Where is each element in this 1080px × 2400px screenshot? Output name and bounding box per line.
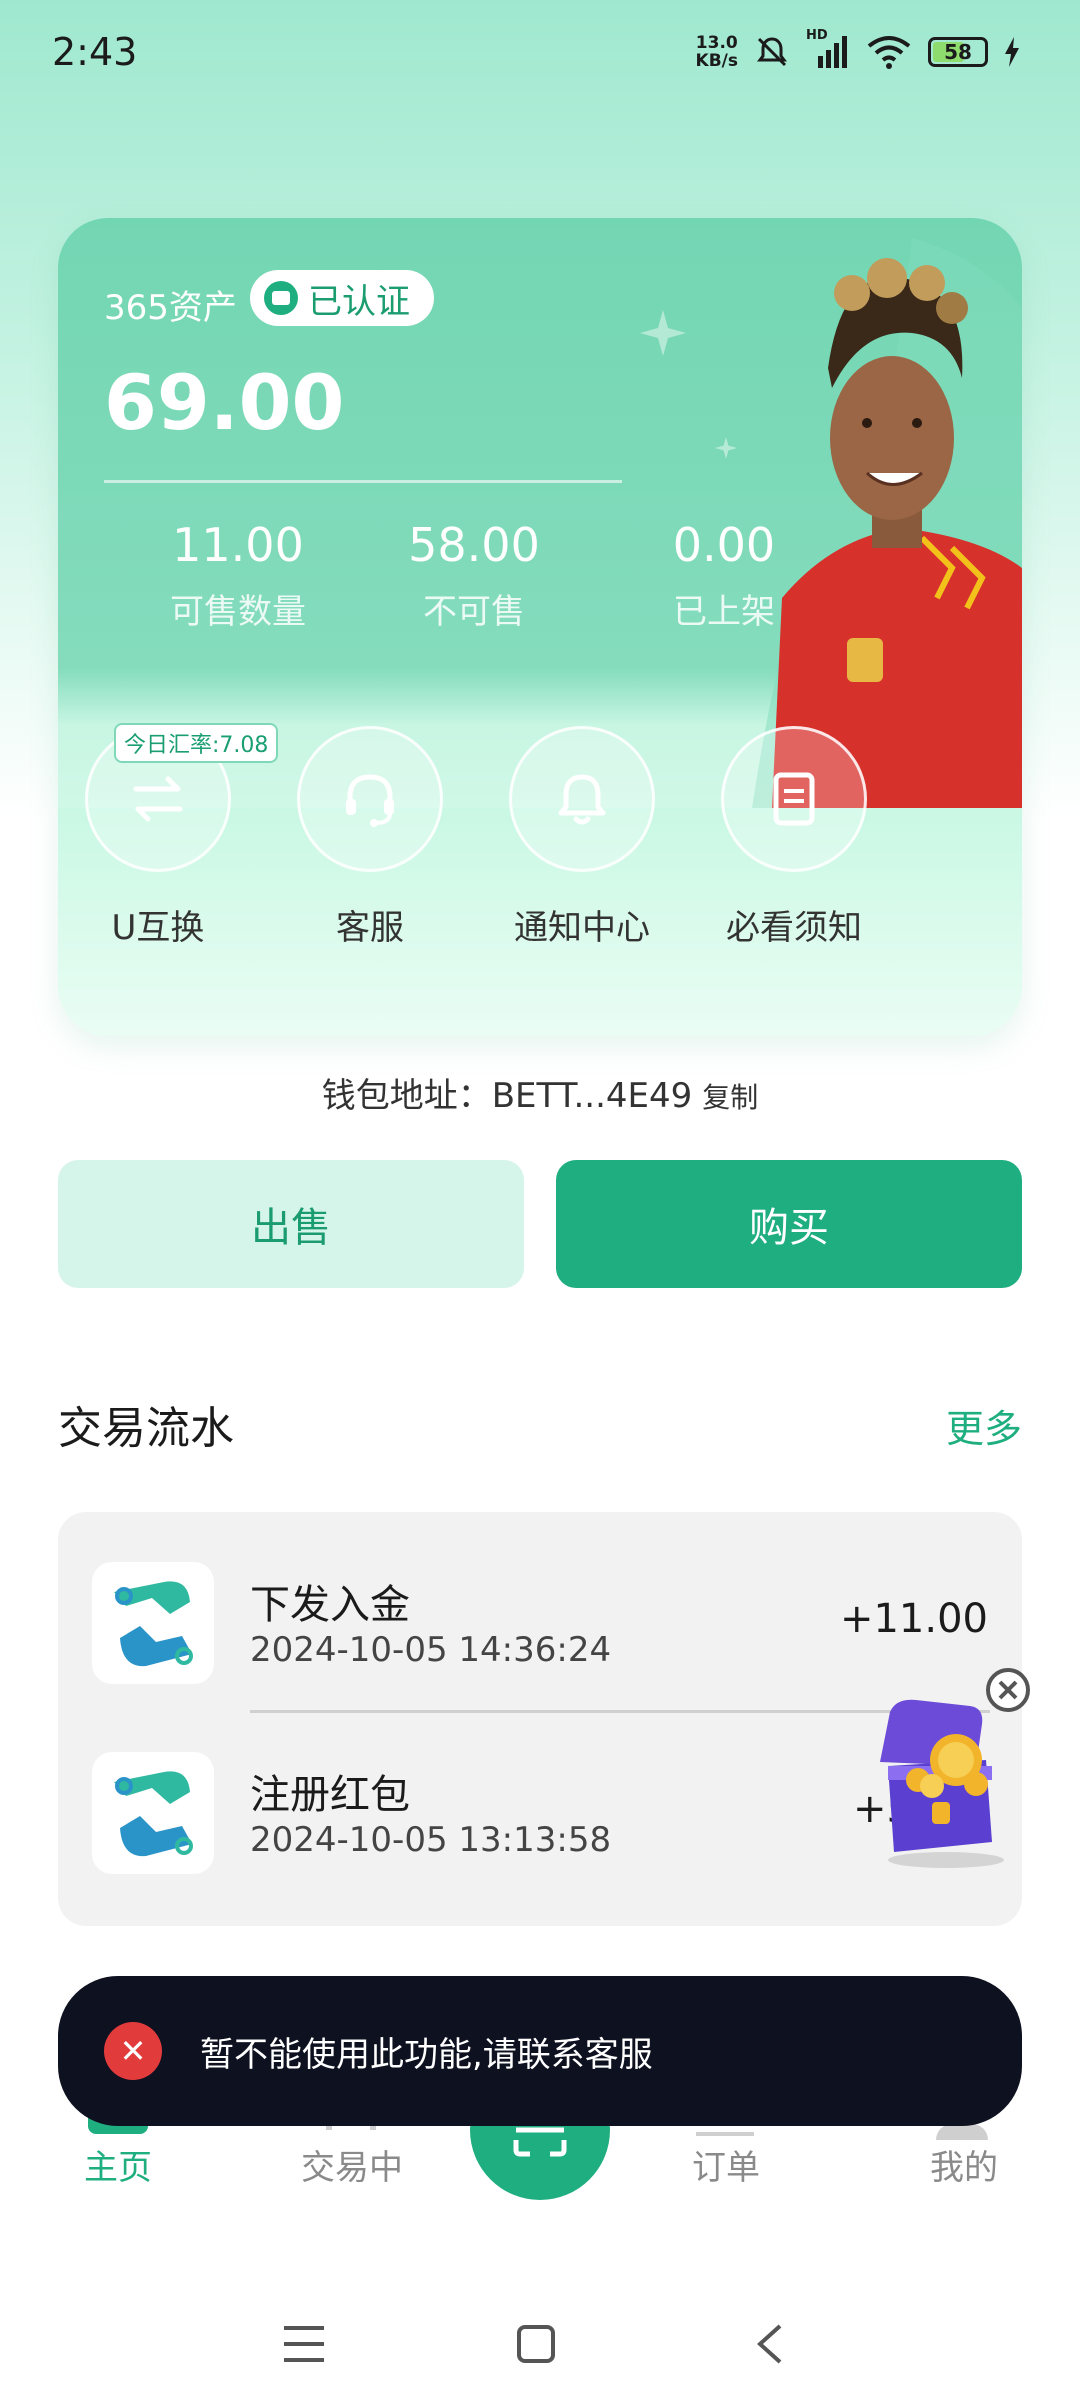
treasure-chest-widget[interactable] [866, 1662, 1036, 1872]
error-icon: ✕ [104, 2022, 162, 2080]
mute-bell-icon [757, 37, 787, 67]
headset-icon [346, 774, 394, 827]
sell-button[interactable]: 出售 [58, 1160, 524, 1288]
app-logo-icon [92, 1752, 214, 1874]
swap-icon [133, 776, 183, 822]
action-notification-center[interactable]: 通知中心 [492, 726, 672, 949]
divider [104, 480, 622, 483]
id-card-icon [264, 281, 298, 315]
error-toast: ✕ 暂不能使用此功能,请联系客服 [58, 1976, 1022, 2126]
nav-orders[interactable]: 订单 [646, 2140, 806, 2189]
sparkle-icon [640, 310, 686, 356]
nav-trading[interactable]: 交易中 [272, 2140, 432, 2189]
buy-button[interactable]: 购买 [556, 1160, 1022, 1288]
nav-profile[interactable]: 我的 [884, 2140, 1044, 2189]
stat-sellable: 11.00 可售数量 [170, 518, 306, 632]
status-icons: 13.0 KB/s HD 58 [695, 28, 1020, 74]
asset-title: 365资产 [104, 288, 237, 328]
nav-home[interactable]: 主页 [38, 2140, 198, 2189]
wallet-address: 钱包地址：BETT...4E49 复制 [321, 1076, 759, 1116]
status-bar: 2:43 13.0 KB/s HD 58 [0, 0, 1080, 110]
transaction-title: 下发入金 [250, 1582, 410, 1628]
app-logo-icon [92, 1562, 214, 1684]
more-link[interactable]: 更多 [946, 1398, 1022, 1453]
transaction-title: 注册红包 [250, 1772, 410, 1818]
asset-total: 69.00 [104, 358, 345, 447]
signal-icon: HD [806, 28, 850, 70]
status-time: 2:43 [52, 30, 138, 74]
sparkle-small-icon [714, 436, 738, 460]
bell-icon [558, 774, 606, 825]
orders-icon [696, 2132, 754, 2136]
copy-button[interactable]: 复制 [702, 1081, 758, 1114]
asset-card: 365资产 已认证 69.00 11.00 可售数量 58.00 不可售 0.0… [58, 218, 1022, 1036]
charging-icon [1005, 37, 1019, 67]
verified-badge: 已认证 [250, 270, 434, 326]
toast-message: 暂不能使用此功能,请联系客服 [200, 2034, 653, 2075]
stat-unsellable: 58.00 不可售 [408, 518, 540, 632]
back-icon[interactable] [754, 2322, 784, 2366]
transaction-date: 2024-10-05 13:13:58 [250, 1820, 612, 1860]
transaction-amount: +11.00 [839, 1596, 988, 1642]
stat-listed: 0.00 已上架 [672, 518, 776, 632]
transactions-title: 交易流水 [58, 1403, 234, 1454]
wifi-icon [867, 36, 911, 69]
document-icon [773, 772, 815, 826]
profile-icon [936, 2124, 988, 2140]
action-customer-service[interactable]: 客服 [280, 726, 460, 949]
menu-icon[interactable] [282, 2324, 326, 2364]
net-speed: 13.0 KB/s [695, 33, 738, 71]
wallet-address-value: BETT...4E49 [491, 1076, 693, 1116]
home-square-icon[interactable] [516, 2324, 556, 2364]
battery-icon: 58 [928, 37, 988, 67]
system-nav-bar [0, 2280, 1080, 2400]
transaction-date: 2024-10-05 14:36:24 [250, 1630, 612, 1670]
action-must-read[interactable]: 必看须知 [704, 726, 884, 949]
exchange-rate-tag: 今日汇率:7.08 [114, 723, 279, 763]
